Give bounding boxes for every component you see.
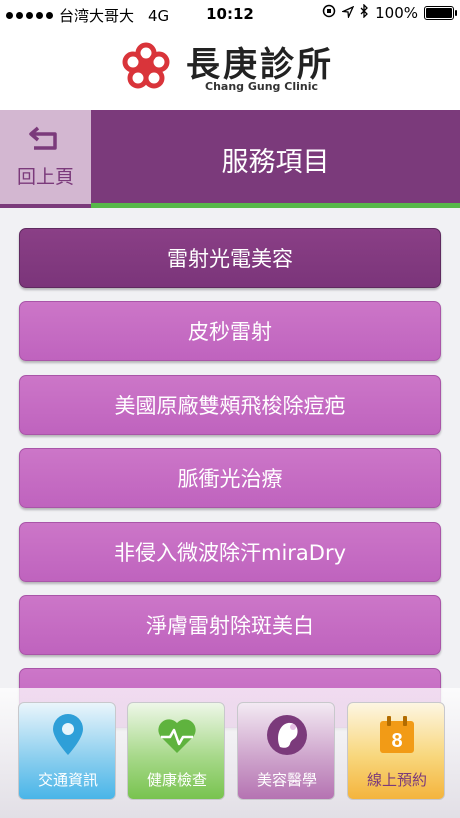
tab-health-check[interactable]: 健康檢查: [127, 702, 225, 800]
calendar-icon: 8: [380, 716, 414, 753]
tab-label: 線上預約: [366, 771, 427, 789]
service-item-fractional-acne-scar[interactable]: 美國原廠雙頰飛梭除痘疤: [19, 375, 441, 435]
clinic-logo-icon: [122, 42, 170, 89]
nav-bar: 回上頁 服務項目: [0, 110, 460, 208]
page-title: 服務項目: [221, 147, 330, 178]
orientation-lock-icon: [322, 4, 336, 22]
status-right: 100%: [322, 3, 457, 22]
service-item-miradry[interactable]: 非侵入微波除汗miraDry: [19, 522, 441, 582]
battery-icon: [424, 6, 457, 20]
tab-aesthetic-medicine[interactable]: 美容醫學: [237, 702, 335, 800]
status-bar: 台湾大哥大 4G 10:12 100%: [0, 0, 460, 28]
service-item-laser-beauty[interactable]: 雷射光電美容: [19, 228, 441, 288]
back-arrow-icon: [29, 126, 57, 150]
tab-label: 交通資訊: [37, 771, 98, 789]
calendar-badge: 8: [391, 730, 402, 752]
tab-label: 美容醫學: [256, 771, 317, 789]
location-arrow-icon: [340, 4, 355, 22]
location-pin-icon: [53, 714, 83, 755]
tab-online-booking[interactable]: 8 線上預約: [347, 702, 445, 800]
app-header: 長庚診所 Chang Gung Clinic: [0, 28, 460, 110]
battery-percent: 100%: [375, 4, 418, 22]
service-item-laser-whitening[interactable]: 淨膚雷射除斑美白: [19, 595, 441, 655]
back-label: 回上頁: [16, 166, 74, 188]
back-button[interactable]: 回上頁: [0, 110, 91, 208]
bottom-tab-bar: 交通資訊 健康檢查 美容醫學 8 線上預約: [0, 688, 460, 818]
clinic-name: 長庚診所: [186, 45, 334, 85]
service-item-picosecond-laser[interactable]: 皮秒雷射: [19, 301, 441, 361]
clinic-name-english: Chang Gung Clinic: [205, 80, 318, 93]
heart-pulse-icon: [158, 719, 196, 753]
tab-transport-info[interactable]: 交通資訊: [18, 702, 116, 800]
service-item-ipl-treatment[interactable]: 脈衝光治療: [19, 448, 441, 508]
woman-profile-icon: [267, 715, 307, 755]
bluetooth-icon: [360, 3, 369, 22]
tab-label: 健康檢查: [146, 771, 207, 789]
